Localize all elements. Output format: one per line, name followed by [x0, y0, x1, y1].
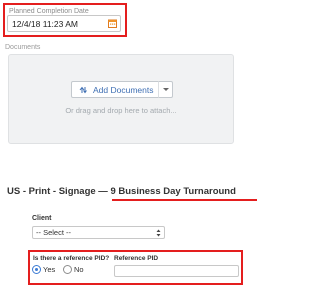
form-title: US - Print - Signage — 9 Business Day Tu…: [7, 186, 236, 197]
attach-arrow-icon: [79, 86, 87, 94]
planned-completion-label: Planned Completion Date: [9, 8, 89, 15]
add-documents-dropdown-toggle[interactable]: [158, 81, 173, 98]
reference-pid-input[interactable]: [114, 265, 239, 277]
documents-label: Documents: [5, 44, 41, 51]
planned-completion-input[interactable]: 12/4/18 11:23 AM: [7, 15, 121, 32]
add-documents-label: Add Documents: [93, 85, 154, 95]
drop-hint-text: Or drag and drop here to attach...: [65, 106, 177, 115]
client-select-value: -- Select --: [36, 228, 72, 237]
client-select[interactable]: -- Select --: [32, 226, 165, 239]
radio-yes-label[interactable]: Yes: [43, 265, 55, 274]
add-documents-button[interactable]: Add Documents: [71, 81, 159, 98]
client-label: Client: [32, 215, 52, 222]
calendar-icon[interactable]: [108, 19, 117, 28]
reference-pid-label: Reference PID: [114, 255, 159, 262]
chevron-down-icon: [163, 88, 169, 91]
radio-no[interactable]: [63, 265, 72, 274]
documents-dropzone[interactable]: Add Documents Or drag and drop here to a…: [8, 54, 234, 144]
title-highlight-underline: [112, 199, 257, 201]
reference-pid-question: Is there a reference PID?: [33, 255, 110, 262]
planned-completion-value: 12/4/18 11:23 AM: [12, 19, 79, 29]
radio-yes[interactable]: [32, 265, 41, 274]
radio-no-label[interactable]: No: [74, 265, 84, 274]
select-updown-icon: [156, 229, 161, 237]
